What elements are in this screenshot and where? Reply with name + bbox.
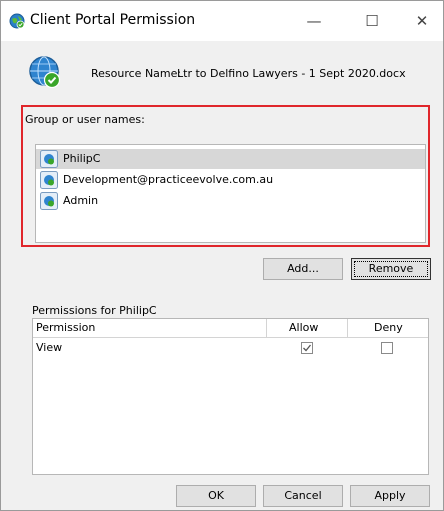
permission-name: View — [36, 341, 63, 354]
remove-button[interactable]: Remove — [351, 258, 431, 280]
column-divider — [347, 319, 348, 337]
dialog-window: Client Portal Permission — ☐ ✕ Resource … — [0, 0, 444, 511]
deny-checkbox[interactable] — [381, 342, 393, 354]
resource-name-value: Ltr to Delfino Lawyers - 1 Sept 2020.doc… — [177, 67, 406, 80]
column-divider — [266, 319, 267, 337]
user-icon — [40, 171, 58, 189]
minimize-button[interactable]: — — [299, 9, 329, 33]
column-header-deny: Deny — [374, 321, 403, 334]
user-list[interactable]: PhilipC Development@practiceevolve.com.a… — [35, 144, 426, 243]
apply-button[interactable]: Apply — [350, 485, 430, 507]
group-user-section: Group or user names: PhilipC Development… — [21, 105, 430, 247]
user-name: PhilipC — [63, 152, 101, 165]
user-icon — [40, 192, 58, 210]
table-header: Permission Allow Deny — [33, 319, 428, 338]
column-header-permission: Permission — [36, 321, 96, 334]
list-item-user-admin[interactable]: Admin — [36, 191, 425, 211]
globe-check-icon — [29, 56, 61, 89]
list-item-user-development[interactable]: Development@practiceevolve.com.au — [36, 170, 425, 190]
title-bar: Client Portal Permission — ☐ ✕ — [1, 1, 443, 41]
list-item-user-philipc[interactable]: PhilipC — [36, 149, 425, 169]
add-button[interactable]: Add... — [263, 258, 343, 280]
group-user-label: Group or user names: — [25, 113, 145, 126]
allow-checkbox[interactable] — [301, 342, 313, 354]
cancel-button[interactable]: Cancel — [263, 485, 343, 507]
user-name: Development@practiceevolve.com.au — [63, 173, 274, 186]
permissions-table: Permission Allow Deny View — [32, 318, 429, 475]
user-icon — [40, 150, 58, 168]
resource-name-label: Resource Name: — [91, 67, 182, 80]
checkmark-icon — [303, 344, 312, 352]
close-button[interactable]: ✕ — [407, 9, 437, 33]
maximize-button[interactable]: ☐ — [357, 9, 387, 33]
user-name: Admin — [63, 194, 99, 207]
column-header-allow: Allow — [289, 321, 319, 334]
ok-button[interactable]: OK — [176, 485, 256, 507]
app-globe-icon — [9, 13, 25, 29]
table-row: View — [33, 338, 428, 358]
window-title: Client Portal Permission — [30, 12, 196, 28]
permissions-label: Permissions for PhilipC — [32, 304, 157, 317]
